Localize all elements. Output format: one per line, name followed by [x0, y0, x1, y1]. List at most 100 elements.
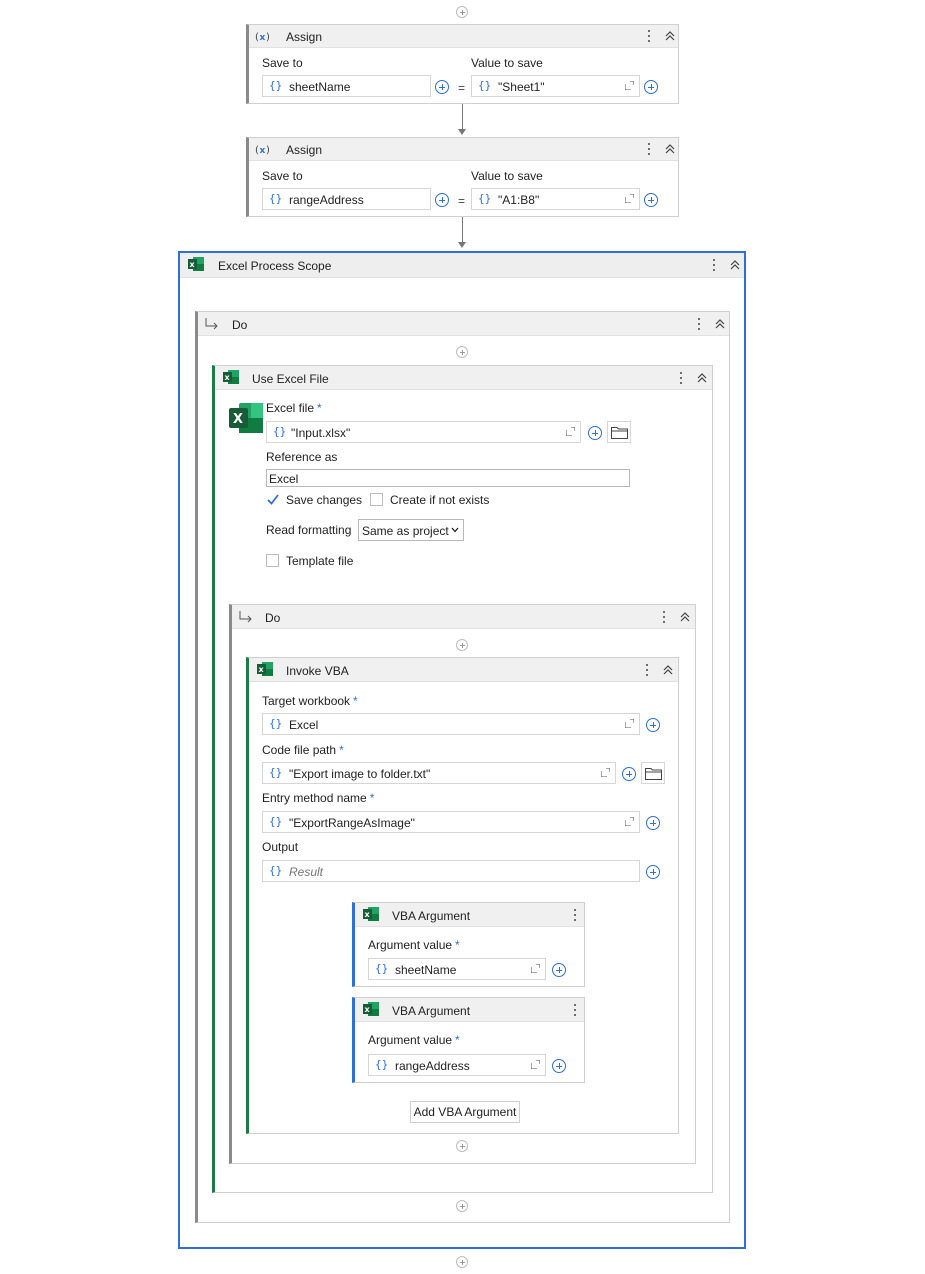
svg-text:X: X	[233, 412, 243, 427]
svg-text:(: (	[255, 145, 259, 155]
add-circle-icon[interactable]	[646, 816, 660, 830]
more-vertical-icon[interactable]	[570, 1002, 580, 1018]
expand-editor-icon[interactable]	[601, 768, 610, 777]
value-to-save-field[interactable]: {} "Sheet1"	[471, 75, 640, 97]
target-workbook-label: Target workbook *	[262, 694, 358, 708]
excel-icon: x	[188, 257, 204, 271]
expression-brace-icon: {}	[269, 815, 283, 828]
value-to-save-field[interactable]: {} "A1:B8"	[471, 188, 640, 210]
expand-editor-icon[interactable]	[531, 1060, 540, 1069]
expand-editor-icon[interactable]	[625, 719, 634, 728]
add-circle-icon[interactable]	[552, 1059, 566, 1073]
expand-editor-icon[interactable]	[625, 817, 634, 826]
more-vertical-icon[interactable]	[676, 370, 686, 386]
reference-as-input[interactable]: Excel	[266, 469, 630, 487]
collapse-chevrons-icon[interactable]	[714, 317, 726, 331]
collapse-chevrons-icon[interactable]	[664, 29, 676, 43]
insert-activity-bottom[interactable]	[456, 1256, 468, 1268]
add-circle-icon[interactable]	[435, 80, 449, 94]
assign-activity-2[interactable]: ( x ) Assign Save to Value to save {} ra…	[246, 137, 679, 217]
argument-value-label: Argument value *	[368, 938, 460, 952]
insert-activity-top[interactable]	[456, 6, 468, 18]
svg-text:x: x	[259, 665, 265, 674]
variable-assign-icon: ( x )	[255, 32, 270, 42]
do-2-header[interactable]: Do	[232, 605, 695, 629]
save-to-field[interactable]: {} sheetName	[262, 75, 431, 97]
value-to-save-label: Value to save	[471, 169, 543, 183]
target-workbook-field[interactable]: {} Excel	[262, 713, 640, 735]
argument-value-field[interactable]: {} rangeAddress	[368, 1054, 546, 1076]
save-to-field[interactable]: {} rangeAddress	[262, 188, 431, 210]
svg-text:x: x	[260, 146, 266, 155]
more-vertical-icon[interactable]	[709, 257, 719, 273]
more-vertical-icon[interactable]	[659, 609, 669, 625]
browse-folder-button[interactable]	[641, 762, 665, 784]
expand-editor-icon[interactable]	[531, 964, 540, 973]
save-to-value: rangeAddress	[289, 193, 364, 207]
expression-brace-icon: {}	[375, 1058, 389, 1071]
collapse-chevrons-icon[interactable]	[696, 371, 708, 385]
scope-header[interactable]: x Excel Process Scope	[180, 253, 744, 278]
expand-editor-icon[interactable]	[625, 81, 634, 90]
create-if-not-exists-label: Create if not exists	[390, 493, 490, 507]
code-file-path-field[interactable]: {} "Export image to folder.txt"	[262, 762, 616, 784]
more-vertical-icon[interactable]	[644, 141, 654, 157]
excel-icon: X	[229, 403, 263, 433]
do-arrow-icon	[205, 318, 218, 330]
add-circle-icon[interactable]	[644, 193, 658, 207]
svg-text:x: x	[260, 33, 266, 42]
template-file-checkbox[interactable]	[266, 554, 279, 567]
vba-arg-2-title: VBA Argument	[392, 1004, 471, 1018]
code-file-path-label: Code file path *	[262, 743, 344, 757]
browse-folder-button[interactable]	[607, 421, 631, 443]
output-field[interactable]: {} Result	[262, 860, 640, 882]
create-if-not-exists-checkbox[interactable]	[370, 493, 383, 506]
add-circle-icon[interactable]	[622, 767, 636, 781]
svg-text:(: (	[255, 32, 259, 42]
assign-activity-1[interactable]: ( x ) Assign Save to Value to save {} sh…	[246, 24, 679, 104]
add-circle-icon[interactable]	[552, 963, 566, 977]
reference-as-value: Excel	[269, 472, 299, 486]
vba-arg-1-header[interactable]: x VBA Argument	[355, 903, 584, 927]
add-circle-icon[interactable]	[588, 426, 602, 440]
collapse-chevrons-icon[interactable]	[664, 142, 676, 156]
insert-activity-do1-bottom[interactable]	[456, 1200, 468, 1212]
invoke-vba-header[interactable]: x Invoke VBA	[249, 658, 678, 682]
insert-activity-do2-top[interactable]	[456, 639, 468, 651]
add-circle-icon[interactable]	[644, 80, 658, 94]
save-changes-label: Save changes	[286, 493, 363, 507]
more-vertical-icon[interactable]	[642, 662, 652, 678]
collapse-chevrons-icon[interactable]	[729, 258, 741, 272]
more-vertical-icon[interactable]	[694, 316, 704, 332]
assign-2-header[interactable]: ( x ) Assign	[249, 138, 678, 161]
vba-argument-1[interactable]: x VBA Argument Argument value * {} sheetN…	[352, 902, 585, 987]
invoke-vba-title: Invoke VBA	[286, 664, 349, 678]
insert-activity-do2-bottom[interactable]	[456, 1140, 468, 1152]
vba-argument-2[interactable]: x VBA Argument Argument value * {} rangeA…	[352, 997, 585, 1083]
assign-1-header[interactable]: ( x ) Assign	[249, 25, 678, 48]
more-vertical-icon[interactable]	[644, 28, 654, 44]
read-formatting-select[interactable]: Same as project	[358, 519, 464, 541]
expression-brace-icon: {}	[269, 79, 283, 92]
expand-editor-icon[interactable]	[625, 194, 634, 203]
invoke-vba-activity[interactable]: x Invoke VBA Target workbook * {} Excel C…	[246, 657, 679, 1134]
insert-activity-do1-top[interactable]	[456, 346, 468, 358]
add-vba-argument-button[interactable]: Add VBA Argument	[410, 1101, 520, 1123]
argument-value-field[interactable]: {} sheetName	[368, 958, 546, 980]
add-circle-icon[interactable]	[646, 718, 660, 732]
add-circle-icon[interactable]	[435, 193, 449, 207]
vba-arg-2-header[interactable]: x VBA Argument	[355, 998, 584, 1022]
do-1-header[interactable]: Do	[198, 312, 729, 336]
save-changes-checkbox[interactable]	[266, 493, 280, 506]
excel-file-field[interactable]: {} "Input.xlsx"	[266, 421, 581, 443]
vba-arg-1-title: VBA Argument	[392, 909, 471, 923]
svg-text:): )	[266, 145, 270, 155]
entry-method-field[interactable]: {} "ExportRangeAsImage"	[262, 811, 640, 833]
more-vertical-icon[interactable]	[570, 907, 580, 923]
collapse-chevrons-icon[interactable]	[679, 610, 691, 624]
use-excel-header[interactable]: x Use Excel File	[215, 366, 712, 390]
assign-1-title: Assign	[286, 30, 323, 44]
add-circle-icon[interactable]	[646, 865, 660, 879]
expand-editor-icon[interactable]	[566, 427, 575, 436]
collapse-chevrons-icon[interactable]	[662, 663, 674, 677]
